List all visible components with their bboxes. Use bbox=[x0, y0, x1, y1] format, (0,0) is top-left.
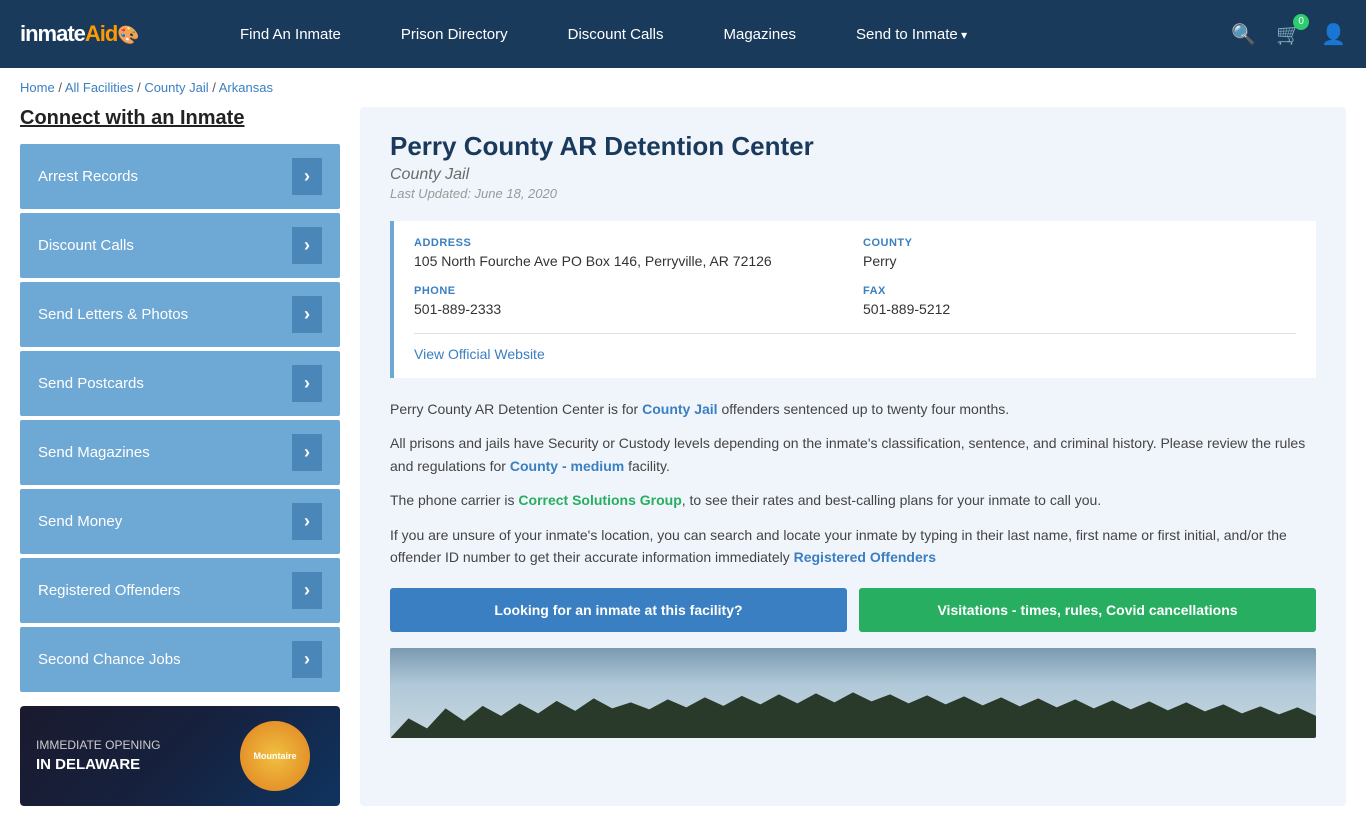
visitations-button[interactable]: Visitations - times, rules, Covid cancel… bbox=[859, 588, 1316, 632]
nav-magazines[interactable]: Magazines bbox=[693, 2, 826, 67]
arrow-icon: › bbox=[292, 227, 322, 264]
address-section: ADDRESS 105 North Fourche Ave PO Box 146… bbox=[414, 237, 847, 269]
fax-value: 501-889-5212 bbox=[863, 301, 1296, 317]
cart-badge: 0 bbox=[1293, 14, 1309, 30]
arrow-icon: › bbox=[292, 365, 322, 402]
sidebar-item-send-postcards[interactable]: Send Postcards › bbox=[20, 351, 340, 416]
facility-photo bbox=[390, 648, 1316, 738]
breadcrumb-arkansas[interactable]: Arkansas bbox=[219, 80, 273, 95]
breadcrumb-home[interactable]: Home bbox=[20, 80, 55, 95]
main-layout: Connect with an Inmate Arrest Records › … bbox=[0, 107, 1366, 826]
website-link[interactable]: View Official Website bbox=[414, 346, 545, 362]
registered-offenders-link[interactable]: Registered Offenders bbox=[794, 549, 936, 565]
desc-4: If you are unsure of your inmate's locat… bbox=[390, 524, 1316, 569]
sidebar-ad[interactable]: IMMEDIATE OPENING IN DELAWARE Mountaire bbox=[20, 706, 340, 806]
nav-prison-directory[interactable]: Prison Directory bbox=[371, 2, 538, 67]
ad-line1: IMMEDIATE OPENING bbox=[36, 737, 160, 754]
sidebar-item-send-magazines[interactable]: Send Magazines › bbox=[20, 420, 340, 485]
arrow-icon: › bbox=[292, 503, 322, 540]
nav-discount-calls[interactable]: Discount Calls bbox=[538, 2, 694, 67]
search-icon[interactable]: 🔍 bbox=[1231, 22, 1256, 47]
correct-solutions-link[interactable]: Correct Solutions Group bbox=[518, 492, 681, 508]
photo-trees-decoration bbox=[390, 688, 1316, 738]
sidebar: Connect with an Inmate Arrest Records › … bbox=[20, 107, 340, 806]
breadcrumb-county-jail[interactable]: County Jail bbox=[144, 80, 208, 95]
county-jail-link[interactable]: County Jail bbox=[642, 401, 717, 417]
facility-subtitle: County Jail bbox=[390, 166, 1316, 184]
sidebar-item-second-chance-jobs[interactable]: Second Chance Jobs › bbox=[20, 627, 340, 692]
action-buttons: Looking for an inmate at this facility? … bbox=[390, 588, 1316, 632]
county-value: Perry bbox=[863, 253, 1296, 269]
cart-icon[interactable]: 🛒 0 bbox=[1276, 22, 1301, 47]
website-section: View Official Website bbox=[414, 333, 1296, 362]
nav-find-inmate[interactable]: Find An Inmate bbox=[210, 2, 371, 67]
ad-line2: IN DELAWARE bbox=[36, 754, 160, 775]
sidebar-item-send-letters[interactable]: Send Letters & Photos › bbox=[20, 282, 340, 347]
sidebar-item-arrest-records[interactable]: Arrest Records › bbox=[20, 144, 340, 209]
arrow-icon: › bbox=[292, 296, 322, 333]
arrow-icon: › bbox=[292, 572, 322, 609]
main-nav: Find An Inmate Prison Directory Discount… bbox=[210, 2, 1201, 67]
sidebar-title: Connect with an Inmate bbox=[20, 107, 340, 130]
arrow-icon: › bbox=[292, 158, 322, 195]
desc-2: All prisons and jails have Security or C… bbox=[390, 432, 1316, 477]
logo: inmateAid🎨 bbox=[20, 21, 139, 47]
ad-brand-logo: Mountaire bbox=[240, 721, 310, 791]
header-icons: 🔍 🛒 0 👤 bbox=[1231, 22, 1346, 47]
nav-send-to-inmate[interactable]: Send to Inmate bbox=[826, 2, 997, 67]
header: inmateAid🎨 Find An Inmate Prison Directo… bbox=[0, 0, 1366, 68]
arrow-icon: › bbox=[292, 434, 322, 471]
desc-3: The phone carrier is Correct Solutions G… bbox=[390, 489, 1316, 511]
phone-section: PHONE 501-889-2333 bbox=[414, 285, 847, 317]
county-section: COUNTY Perry bbox=[863, 237, 1296, 269]
logo-area[interactable]: inmateAid🎨 bbox=[20, 21, 180, 47]
facility-info-box: ADDRESS 105 North Fourche Ave PO Box 146… bbox=[390, 221, 1316, 378]
facility-title: Perry County AR Detention Center bbox=[390, 131, 1316, 162]
address-value: 105 North Fourche Ave PO Box 146, Perryv… bbox=[414, 253, 847, 269]
sidebar-item-send-money[interactable]: Send Money › bbox=[20, 489, 340, 554]
arrow-icon: › bbox=[292, 641, 322, 678]
county-medium-link[interactable]: County - medium bbox=[510, 458, 624, 474]
sidebar-item-discount-calls[interactable]: Discount Calls › bbox=[20, 213, 340, 278]
sidebar-item-registered-offenders[interactable]: Registered Offenders › bbox=[20, 558, 340, 623]
breadcrumb: Home / All Facilities / County Jail / Ar… bbox=[0, 68, 1366, 107]
facility-content: Perry County AR Detention Center County … bbox=[360, 107, 1346, 806]
user-icon[interactable]: 👤 bbox=[1321, 22, 1346, 47]
find-inmate-button[interactable]: Looking for an inmate at this facility? bbox=[390, 588, 847, 632]
sidebar-items: Arrest Records › Discount Calls › Send L… bbox=[20, 144, 340, 692]
facility-updated: Last Updated: June 18, 2020 bbox=[390, 186, 1316, 201]
phone-value: 501-889-2333 bbox=[414, 301, 847, 317]
breadcrumb-all-facilities[interactable]: All Facilities bbox=[65, 80, 134, 95]
fax-section: FAX 501-889-5212 bbox=[863, 285, 1296, 317]
desc-1: Perry County AR Detention Center is for … bbox=[390, 398, 1316, 420]
